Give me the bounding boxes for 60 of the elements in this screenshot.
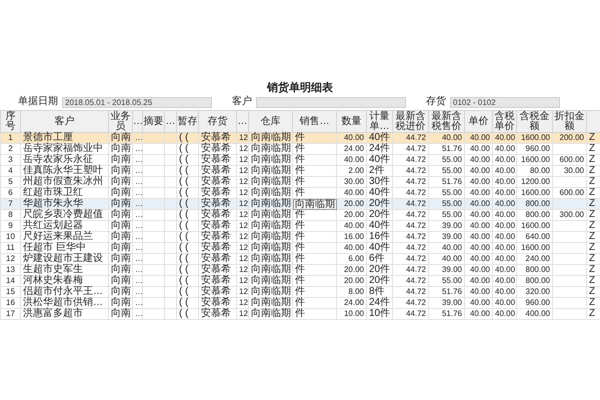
- table-row[interactable]: 5 州超市假查朱冰州 向南 … ( ( 安慕希 12 向南临期 件 30.00 30件 44.72 51.76 40.00 40.00 1200.00 Z: [0, 176, 600, 188]
- table-cell: 40.00: [492, 308, 516, 320]
- filter-label: 单据日期: [18, 97, 58, 107]
- column-header[interactable]: …: [132, 110, 142, 132]
- column-header[interactable]: 含税单价: [492, 110, 516, 132]
- column-header[interactable]: 客户: [20, 110, 108, 132]
- table-row[interactable]: 17 洪惠富多超市 向南 … ( ( 安慕希 12 向南临期 件 10.00 10件 44.72 51.76 40.00 40.00 400.00 Z: [0, 308, 600, 320]
- column-header[interactable]: 最新含税售价: [428, 110, 464, 132]
- table-cell: Z: [586, 308, 600, 320]
- table-row[interactable]: 15 侣超市付永平王… 向南 … ( ( 安慕希 12 向南临期 件 8.00 8件 44.72 51.76 40.00 40.00 320.00 Z: [0, 286, 600, 298]
- table-row[interactable]: 9 共红运划起器 向南 … ( ( 安慕希 12 向南临期 件 40.00 40件 44.72 39.00 40.00 40.00 1600.00 Z: [0, 220, 600, 232]
- column-header[interactable]: 折扣金额: [552, 110, 586, 132]
- table-row[interactable]: 12 炉建设超市王建设 向南 … ( ( 安慕希 12 向南临期 件 6.00 6件 44.72 40.00 40.00 40.00 240.00 Z: [0, 254, 600, 264]
- table-cell: 40.00: [464, 308, 492, 320]
- column-header[interactable]: 摘要: [142, 110, 164, 132]
- table-row[interactable]: 10 尺好运来果品兰 向南 … ( ( 安慕希 12 向南临期 件 16.00 16件 44.72 39.00 40.00 40.00 640.00 Z: [0, 232, 600, 242]
- table-row[interactable]: 7 华超市朱永华 向南 … ( ( 安慕希 12 向南临期 向南临期 20.00 20件 44.72 55.00 40.00 40.00 800.00 Z: [0, 198, 600, 210]
- column-header[interactable]: 单价: [464, 110, 492, 132]
- table-cell: 件: [292, 308, 336, 320]
- table-cell: 洪惠富多超市: [20, 308, 108, 320]
- column-header[interactable]: 暂存: [176, 110, 198, 132]
- table-row[interactable]: 14 河林史朱春梅 向南 … ( ( 安慕希 12 向南临期 件 20.00 20件 44.72 55.00 40.00 40.00 800.00 Z: [0, 276, 600, 286]
- table-cell: 44.72: [392, 308, 428, 320]
- table-cell: …: [132, 308, 142, 320]
- column-header[interactable]: 数量: [336, 110, 366, 132]
- table-cell: 10.00: [336, 308, 366, 320]
- filter-field[interactable]: 0102 - 0102: [450, 96, 560, 108]
- tooltip: 向南临期: [293, 199, 337, 210]
- filter-label: 客户: [232, 97, 252, 107]
- table-cell: 安慕希: [198, 308, 236, 320]
- column-header[interactable]: …: [164, 110, 176, 132]
- table-cell: 17: [0, 308, 20, 320]
- column-header[interactable]: 最新含税进价: [392, 110, 428, 132]
- table-cell: ( (: [176, 308, 198, 320]
- filter-label: 存货: [426, 97, 446, 107]
- column-header[interactable]: 销售…: [292, 110, 336, 132]
- table-row[interactable]: 11 任超市 巨华中 向南 … ( ( 安慕希 12 向南临期 件 40.00 40件 44.72 40.00 40.00 40.00 1600.00 Z: [0, 242, 600, 254]
- column-header[interactable]: 存货: [198, 110, 236, 132]
- table-cell: 向南临期: [248, 308, 292, 320]
- column-header[interactable]: 仓库: [248, 110, 292, 132]
- table-row[interactable]: 2 岳寺家家福饰业中 向南 … ( ( 安慕希 12 向南临期 件 24.00 24件 44.72 51.76 40.00 40.00 960.00 Z: [0, 144, 600, 154]
- filter-field[interactable]: 2018.05.01 - 2018.05.25: [62, 96, 212, 108]
- filter-field[interactable]: [256, 96, 406, 108]
- table-cell: 51.76: [428, 308, 464, 320]
- table-row[interactable]: 4 佳真陈永华王塑叶 向南 … ( ( 安慕希 12 向南临期 件 2.00 2件 44.72 55.00 40.00 40.00 80.00 30.00 Z: [0, 166, 600, 176]
- table-row[interactable]: 1 景德市工厘 向南 … ( ( 安慕希 12 向南临期 件 40.00 40件 44.72 40.00 40.00 40.00 1600.00 200.00 Z: [0, 132, 600, 144]
- table-cell: 400.00: [516, 308, 552, 320]
- column-header[interactable]: 计量单…: [366, 110, 392, 132]
- table-cell: 10件: [366, 308, 392, 320]
- table-cell: 12: [236, 308, 248, 320]
- table-cell: 向南: [108, 308, 132, 320]
- column-header[interactable]: 序号: [0, 110, 20, 132]
- column-header[interactable]: 业务员: [108, 110, 132, 132]
- table-row[interactable]: 3 岳寺农家乐永征 向南 … ( ( 安慕希 12 向南临期 件 40.00 40件 44.72 55.00 40.00 40.00 1600.00 600.00 Z: [0, 154, 600, 166]
- table-row[interactable]: 16 洪松华超市供销… 向南 … ( ( 安慕希 12 向南临期 件 24.00 24件 44.72 39.00 40.00 40.00 960.00 Z: [0, 298, 600, 308]
- table-row[interactable]: 6 红超市珠卫红 向南 … ( ( 安慕希 12 向南临期 件 40.00 40件 44.72 55.00 40.00 40.00 1600.00 600.00 Z: [0, 188, 600, 198]
- column-header[interactable]: 含税金额: [516, 110, 552, 132]
- report-title: 销货单明细表: [267, 82, 333, 94]
- column-header[interactable]: …: [236, 110, 248, 132]
- table-row[interactable]: 13 生超市史军生 向南 … ( ( 安慕希 12 向南临期 件 20.00 20件 44.72 39.00 40.00 40.00 800.00 Z: [0, 264, 600, 276]
